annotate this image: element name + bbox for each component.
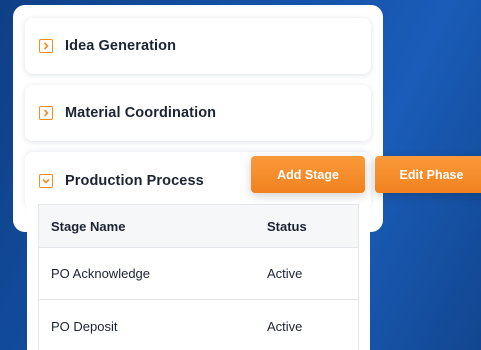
table-row[interactable]: PO Deposit Active (39, 300, 358, 350)
column-header-status: Status (267, 218, 307, 234)
stage-status-cell: Active (267, 266, 303, 281)
accordion-item-material-coordination[interactable]: Material Coordination (25, 85, 371, 141)
stages-table-card: Stage Name Status PO Acknowledge Active … (27, 194, 370, 350)
column-header-stage-name: Stage Name (51, 218, 126, 234)
stage-status-cell: Active (267, 319, 303, 334)
stage-name-cell: PO Deposit (51, 319, 118, 334)
chevron-down-icon (39, 174, 53, 188)
chevron-right-icon (39, 106, 53, 120)
table-header-row: Stage Name Status (39, 205, 358, 248)
accordion-item-label: Material Coordination (65, 105, 217, 121)
table-row[interactable]: PO Acknowledge Active (39, 248, 358, 300)
accordion-item-idea-generation[interactable]: Idea Generation (25, 18, 371, 74)
edit-phase-button[interactable]: Edit Phase (375, 156, 481, 193)
chevron-right-icon (39, 39, 53, 53)
accordion-item-label: Idea Generation (65, 38, 177, 54)
accordion-item-label: Production Process (65, 173, 204, 189)
stages-table: Stage Name Status PO Acknowledge Active … (38, 204, 359, 350)
add-stage-button[interactable]: Add Stage (251, 156, 365, 193)
stage-name-cell: PO Acknowledge (51, 266, 151, 281)
